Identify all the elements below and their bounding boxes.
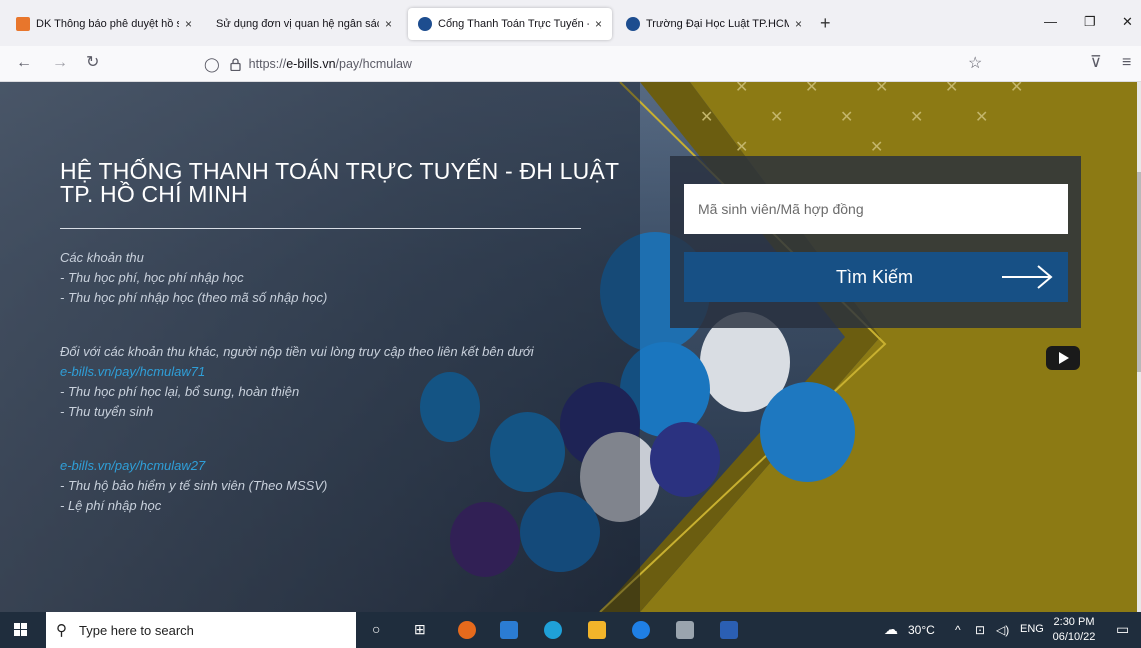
fee-item: - Lệ phí nhập học — [60, 498, 162, 513]
close-tab-icon[interactable]: × — [185, 17, 192, 31]
svg-text:✕: ✕ — [770, 107, 783, 126]
tab-truong-dai-hoc-luat[interactable]: Trường Đại Học Luật TP.HCM × — [616, 8, 812, 40]
new-tab-button[interactable]: + — [820, 14, 831, 32]
chevron-up-icon[interactable]: ^ — [955, 623, 961, 637]
page-content: ✕ ✕ ✕ ✕ ✕ ✕ ✕ ✕ ✕ ✕ ✕ ✕ HỆ THỐNG THANH TOÁN TRỰ… — [0, 82, 1141, 612]
volume-icon[interactable]: ◁) — [996, 623, 1009, 637]
weather-temp[interactable]: 30°C — [908, 623, 935, 637]
svg-text:✕: ✕ — [700, 107, 713, 126]
bookmark-star-icon[interactable]: ☆ — [968, 53, 982, 73]
store-icon[interactable] — [500, 621, 518, 639]
link-hcmulaw71[interactable]: e-bills.vn/pay/hcmulaw71 — [60, 362, 620, 382]
browser-tab-bar: DK Thông báo phê duyệt hồ sơ × Sử dụng đ… — [0, 0, 1141, 46]
balloon-image — [760, 382, 855, 482]
other-fees-notice: Đối với các khoản thu khác, người nộp ti… — [60, 344, 534, 359]
search-icon: ⚲ — [56, 622, 67, 639]
url-text: https://e-bills.vn/pay/hcmulaw — [248, 57, 412, 71]
back-icon[interactable]: ← — [16, 54, 32, 72]
fee-item: - Thu học phí nhập học (theo mã số nhập … — [60, 290, 328, 305]
notification-icon[interactable]: ▭ — [1116, 621, 1129, 638]
address-bar[interactable]: ◯ https://e-bills.vn/pay/hcmulaw — [198, 50, 998, 78]
svg-text:✕: ✕ — [870, 137, 883, 156]
student-code-input[interactable] — [684, 184, 1068, 234]
search-button[interactable]: Tìm Kiếm — [684, 252, 1068, 302]
favicon-icon — [626, 17, 640, 31]
svg-text:✕: ✕ — [735, 82, 748, 96]
svg-text:✕: ✕ — [735, 137, 748, 156]
close-window-icon[interactable]: ✕ — [1122, 14, 1133, 30]
file-explorer-icon[interactable] — [588, 621, 606, 639]
youtube-icon[interactable] — [1046, 346, 1080, 370]
windows-start-icon[interactable] — [14, 623, 28, 637]
screen: DK Thông báo phê duyệt hồ sơ × Sử dụng đ… — [0, 0, 1141, 648]
zalo-icon[interactable] — [632, 621, 650, 639]
edge-icon[interactable] — [544, 621, 562, 639]
search-panel: Tìm Kiếm — [670, 156, 1081, 328]
svg-text:✕: ✕ — [910, 107, 923, 126]
close-tab-icon[interactable]: × — [385, 17, 392, 31]
network-icon[interactable]: ⊡ — [975, 623, 985, 637]
tab-cong-thanh-toan[interactable]: Cổng Thanh Toán Trực Tuyến - T × — [408, 8, 612, 40]
svg-text:✕: ✕ — [875, 82, 888, 96]
svg-text:✕: ✕ — [945, 82, 958, 96]
tab-su-dung-don-vi[interactable]: Sử dụng đơn vị quan hệ ngân sách/ × — [206, 8, 402, 40]
menu-icon[interactable]: ≡ — [1122, 54, 1131, 72]
printer-icon[interactable] — [676, 621, 694, 639]
close-tab-icon[interactable]: × — [595, 17, 602, 31]
svg-text:✕: ✕ — [1010, 82, 1023, 96]
cortana-icon[interactable]: ○ — [372, 621, 380, 637]
fee-item: - Thu học phí, học phí nhập học — [60, 270, 244, 285]
fee-list-main: Các khoản thu - Thu học phí, học phí nhậ… — [60, 248, 620, 308]
scrollbar-thumb[interactable] — [1137, 172, 1141, 372]
fee-list-insurance: e-bills.vn/pay/hcmulaw27 - Thu hộ bảo hi… — [60, 456, 620, 516]
fee-list-other: Đối với các khoản thu khác, người nộp ti… — [60, 342, 620, 422]
word-icon[interactable] — [720, 621, 738, 639]
firefox-icon[interactable] — [458, 621, 476, 639]
svg-text:✕: ✕ — [975, 107, 988, 126]
pocket-icon[interactable]: ⊽ — [1090, 54, 1102, 72]
favicon-icon — [418, 17, 432, 31]
restore-icon[interactable]: ❐ — [1084, 14, 1096, 30]
windows-taskbar: ⚲ Type here to search ○ ⊞ ☁ 30°C ^ ⊡ ◁) … — [0, 612, 1141, 648]
task-view-icon[interactable]: ⊞ — [414, 621, 426, 638]
lock-icon[interactable] — [230, 57, 241, 71]
language-indicator[interactable]: ENG — [1020, 623, 1044, 635]
balloon-image — [650, 422, 720, 497]
clock[interactable]: 2:30 PM 06/10/22 — [1048, 615, 1100, 645]
forward-icon[interactable]: → — [52, 54, 68, 72]
fee-list-heading: Các khoản thu — [60, 250, 144, 265]
page-title: HỆ THỐNG THANH TOÁN TRỰC TUYẾN - ĐH LUẬT… — [60, 158, 620, 207]
browser-nav-bar: ← → ↻ ◯ https://e-bills.vn/pay/hcmulaw ☆… — [0, 46, 1141, 82]
title-divider — [60, 228, 581, 229]
cloud-icon: ☁ — [884, 621, 898, 637]
link-hcmulaw27[interactable]: e-bills.vn/pay/hcmulaw27 — [60, 456, 620, 476]
taskbar-search-box[interactable]: ⚲ Type here to search — [46, 612, 356, 648]
svg-text:✕: ✕ — [805, 82, 818, 96]
arrow-right-icon — [1002, 265, 1053, 289]
fee-item: - Thu hộ bảo hiểm y tế sinh viên (Theo M… — [60, 478, 328, 493]
reload-icon[interactable]: ↻ — [86, 54, 99, 72]
tab-dk-thong-bao[interactable]: DK Thông báo phê duyệt hồ sơ × — [6, 8, 202, 40]
tracking-shield-icon[interactable]: ◯ — [204, 56, 220, 73]
minimize-icon[interactable]: — — [1044, 14, 1057, 29]
fee-item: - Thu tuyển sinh — [60, 404, 154, 419]
favicon-icon — [16, 17, 30, 31]
close-tab-icon[interactable]: × — [795, 17, 802, 31]
fee-item: - Thu học phí học lại, bổ sung, hoàn thi… — [60, 384, 300, 399]
svg-text:✕: ✕ — [840, 107, 853, 126]
